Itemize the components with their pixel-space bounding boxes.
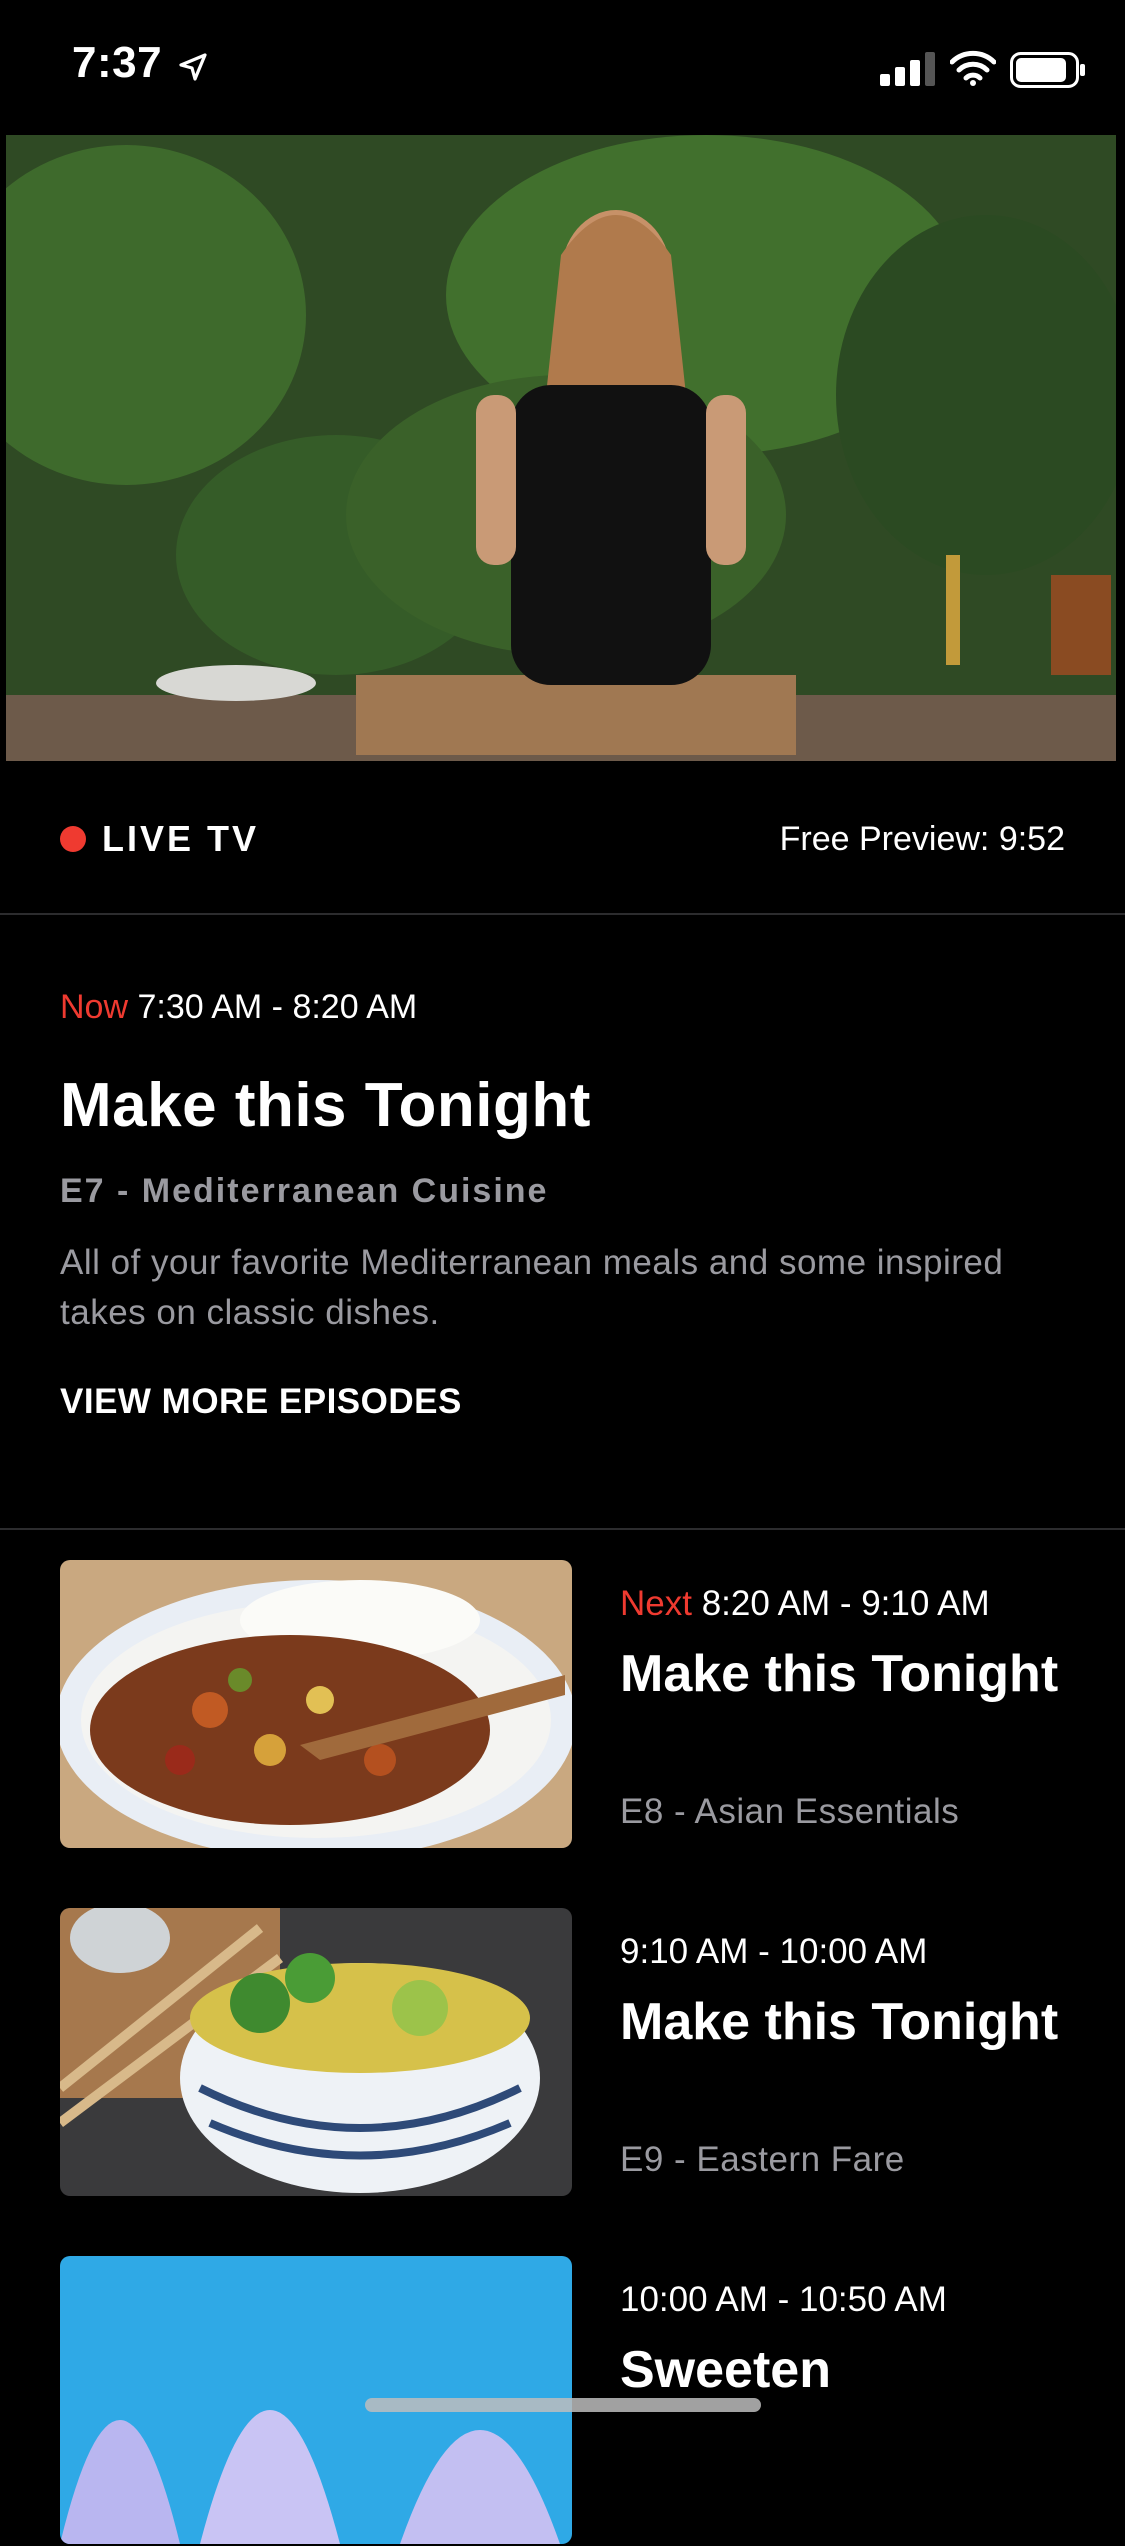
free-preview-timer: Free Preview: 9:52 xyxy=(779,820,1065,858)
live-label: LIVE TV xyxy=(102,818,260,859)
schedule-item[interactable]: Next 8:20 AM - 9:10 AM Make this Tonight… xyxy=(60,1560,1065,1850)
cellular-signal-icon xyxy=(880,52,935,86)
schedule-episode: E8 - Asian Essentials xyxy=(620,1792,960,1831)
video-frame xyxy=(6,135,1116,761)
time-range: 10:00 AM - 10:50 AM xyxy=(620,2280,947,2319)
episode-thumbnail xyxy=(60,1908,572,2196)
schedule-time: 10:00 AM - 10:50 AM xyxy=(620,2280,947,2320)
schedule-title: Make this Tonight xyxy=(620,1645,1059,1703)
location-arrow-icon xyxy=(179,53,207,81)
now-label: Now xyxy=(60,988,129,1026)
now-time-row: Now 7:30 AM - 8:20 AM xyxy=(60,988,417,1027)
schedule-time: Next 8:20 AM - 9:10 AM xyxy=(620,1584,990,1624)
now-time-range: 7:30 AM - 8:20 AM xyxy=(137,988,418,1026)
episode-thumbnail xyxy=(60,1560,572,1848)
asian-dish-image xyxy=(60,1560,572,1848)
episode-title: E7 - Mediterranean Cuisine xyxy=(60,1172,549,1210)
schedule-title: Make this Tonight xyxy=(620,1993,1059,2051)
noodle-soup-image xyxy=(60,1908,572,2196)
status-time: 7:37 xyxy=(72,38,163,87)
show-title: Make this Tonight xyxy=(60,1071,591,1140)
video-player[interactable] xyxy=(6,135,1116,761)
section-divider xyxy=(0,1528,1125,1530)
schedule-title: Sweeten xyxy=(620,2341,831,2399)
schedule-time: 9:10 AM - 10:00 AM xyxy=(620,1932,927,1972)
home-indicator[interactable] xyxy=(365,2398,761,2412)
battery-icon xyxy=(1010,52,1085,88)
schedule-episode: E9 - Eastern Fare xyxy=(620,2140,905,2179)
live-indicator-dot xyxy=(60,826,86,852)
schedule-item[interactable]: 9:10 AM - 10:00 AM Make this Tonight E9 … xyxy=(60,1908,1065,2198)
time-range: 9:10 AM - 10:00 AM xyxy=(620,1932,928,1971)
time-range: 8:20 AM - 9:10 AM xyxy=(701,1584,990,1623)
view-more-episodes-link[interactable]: VIEW MORE EPISODES xyxy=(60,1382,462,1422)
status-bar: 7:37 xyxy=(0,0,1125,135)
next-label: Next xyxy=(620,1584,692,1623)
episode-description: All of your favorite Mediterranean meals… xyxy=(60,1243,1004,1332)
wifi-icon xyxy=(950,50,996,86)
